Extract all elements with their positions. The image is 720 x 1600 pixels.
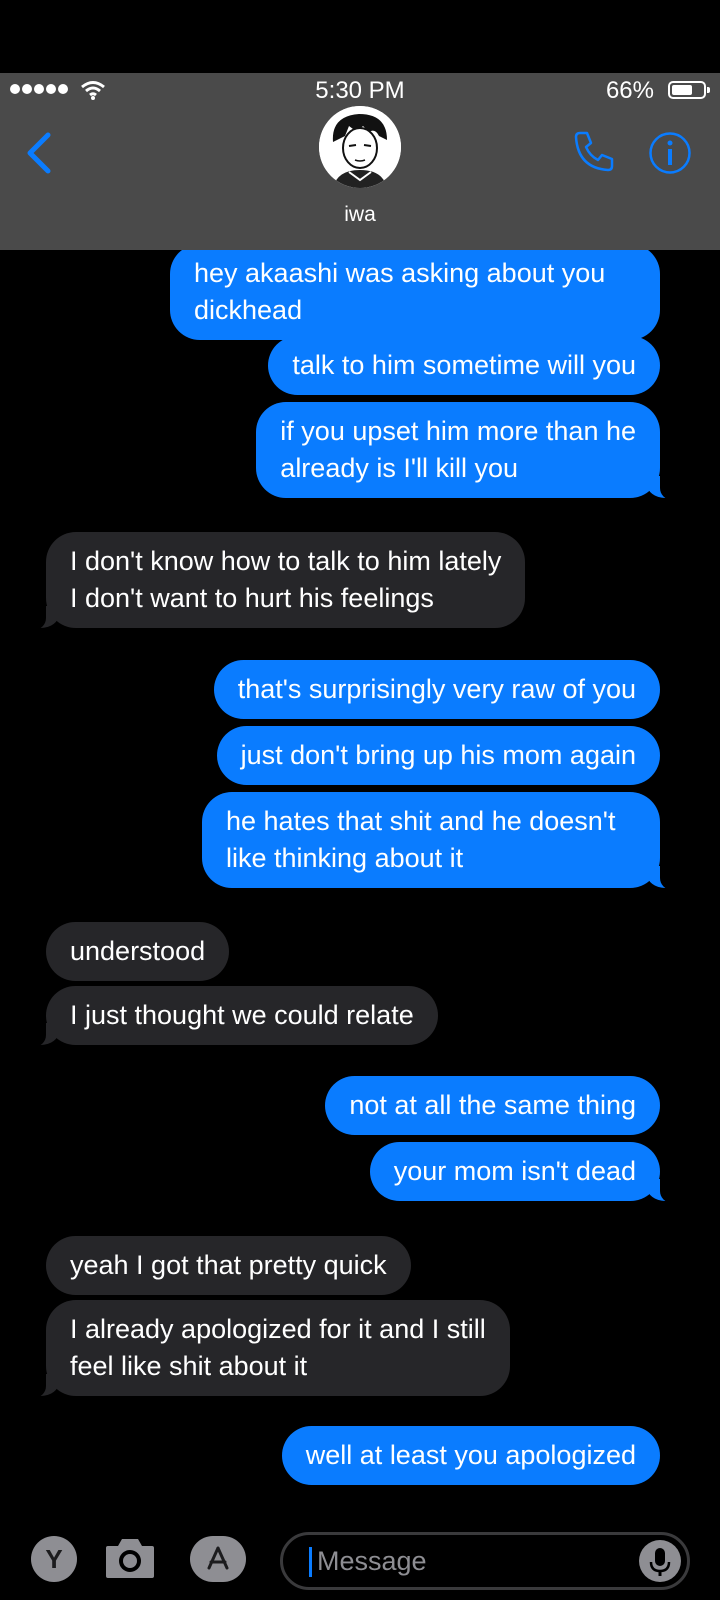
message-text: I don't know how to talk to him lately I… <box>70 546 502 613</box>
message-text: just don't bring up his mom again <box>240 740 636 770</box>
message-row: yeah I got that pretty quick <box>46 1236 411 1295</box>
message-text: understood <box>70 936 206 966</box>
message-text: your mom isn't dead <box>393 1156 636 1186</box>
phone-icon[interactable] <box>572 129 616 173</box>
sent-message[interactable]: well at least you apologized <box>281 1426 660 1485</box>
message-row: just don't bring up his mom again <box>216 726 660 785</box>
message-row: I don't know how to talk to him lately I… <box>25 532 526 630</box>
message-thread[interactable]: hey akaashi was asking about you dickhea… <box>0 250 720 1520</box>
message-input[interactable]: Message <box>280 1532 690 1590</box>
message-text: he hates that shit and he doesn't like t… <box>226 806 616 873</box>
message-text: yeah I got that pretty quick <box>70 1250 387 1280</box>
sent-message[interactable]: just don't bring up his mom again <box>216 726 660 785</box>
conversation-header: 5:30 PM 66% iwa <box>0 73 720 250</box>
camera-icon[interactable] <box>104 1534 156 1580</box>
message-text: well at least you apologized <box>305 1440 636 1470</box>
message-row: your mom isn't dead <box>369 1142 681 1203</box>
message-row: not at all the same thing <box>325 1076 660 1135</box>
message-text: if you upset him more than he already is… <box>280 416 636 483</box>
chevron-left-icon[interactable] <box>24 131 54 175</box>
received-message[interactable]: understood <box>46 922 230 981</box>
message-row: I just thought we could relate <box>26 986 438 1047</box>
received-message[interactable]: I don't know how to talk to him lately I… <box>25 532 526 630</box>
received-message[interactable]: I already apologized for it and I still … <box>26 1300 510 1398</box>
message-row: he hates that shit and he doesn't like t… <box>202 792 680 890</box>
message-text: I just thought we could relate <box>70 1000 414 1030</box>
y-app-icon[interactable]: Y <box>31 1536 77 1582</box>
app-store-icon[interactable] <box>190 1536 246 1582</box>
message-placeholder: Message <box>317 1546 427 1576</box>
battery-percent: 66% <box>605 77 654 104</box>
received-message[interactable]: I just thought we could relate <box>26 986 438 1047</box>
sent-message[interactable]: that's surprisingly very raw of you <box>213 660 660 719</box>
sent-message[interactable]: talk to him sometime will you <box>268 336 660 395</box>
message-row: if you upset him more than he already is… <box>256 402 680 500</box>
sent-message[interactable]: he hates that shit and he doesn't like t… <box>202 792 680 890</box>
message-text: that's surprisingly very raw of you <box>237 674 636 704</box>
avatar[interactable] <box>319 106 401 188</box>
message-row: well at least you apologized <box>281 1426 660 1485</box>
message-text: I already apologized for it and I still … <box>70 1314 486 1381</box>
battery-icon <box>668 81 710 99</box>
sent-message[interactable]: hey akaashi was asking about you dickhea… <box>170 250 660 340</box>
sent-message[interactable]: not at all the same thing <box>325 1076 660 1135</box>
message-row: understood <box>46 922 230 981</box>
message-text: hey akaashi was asking about you dickhea… <box>194 258 606 325</box>
message-row: that's surprisingly very raw of you <box>213 660 660 719</box>
message-row: I already apologized for it and I still … <box>26 1300 510 1398</box>
info-icon[interactable] <box>648 131 692 175</box>
message-text: not at all the same thing <box>349 1090 636 1120</box>
sent-message[interactable]: if you upset him more than he already is… <box>256 402 680 500</box>
y-app-label: Y <box>45 1543 63 1574</box>
received-message[interactable]: yeah I got that pretty quick <box>46 1236 411 1295</box>
microphone-icon[interactable] <box>639 1540 681 1582</box>
message-row: talk to him sometime will you <box>268 336 660 395</box>
message-composer: Y Message <box>0 1520 720 1600</box>
contact-name[interactable]: iwa <box>0 203 720 227</box>
message-text: talk to him sometime will you <box>292 350 636 380</box>
message-row: hey akaashi was asking about you dickhea… <box>170 250 660 340</box>
sent-message[interactable]: your mom isn't dead <box>369 1142 681 1203</box>
text-cursor <box>309 1547 312 1577</box>
